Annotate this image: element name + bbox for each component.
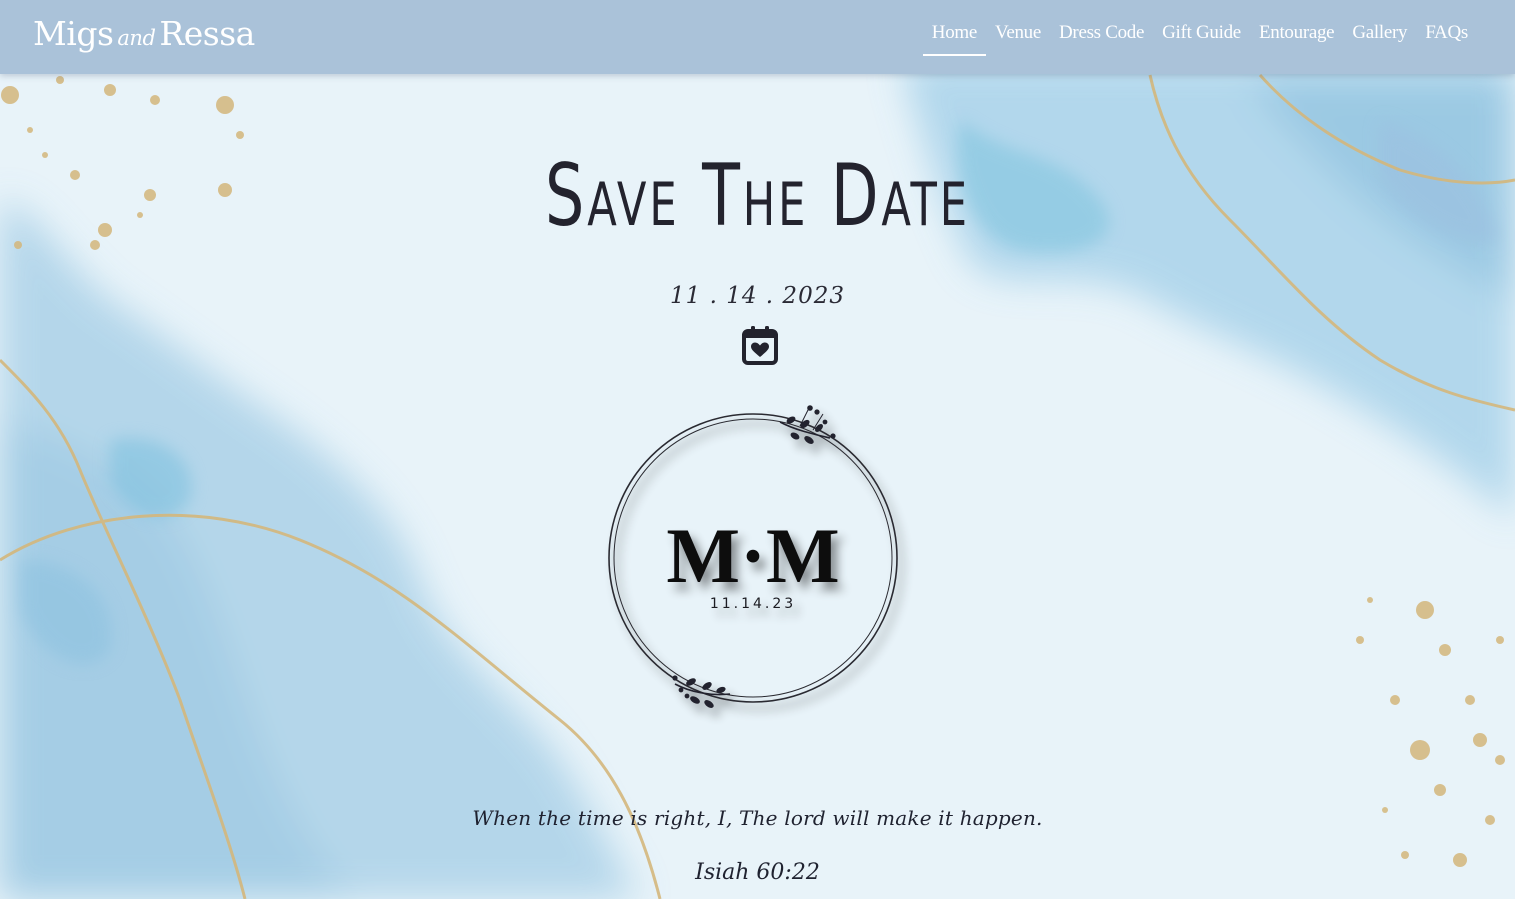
nav-item-venue[interactable]: Venue <box>986 22 1050 64</box>
hero-section: Save The Date 11 . 14 . 2023 M·M 11.14.2… <box>0 0 1515 899</box>
brand-logo[interactable]: Migs and Ressa <box>33 14 255 53</box>
nav-item-home[interactable]: Home <box>922 22 987 64</box>
nav-item-gallery[interactable]: Gallery <box>1343 22 1416 64</box>
nav-item-dress-code[interactable]: Dress Code <box>1050 22 1153 64</box>
wedding-date: 11 . 14 . 2023 <box>670 283 845 309</box>
brand-name-first: Migs <box>33 14 114 53</box>
monogram-emblem: M·M 11.14.23 <box>608 405 898 708</box>
calendar-heart-icon <box>742 326 778 365</box>
nav-item-faqs[interactable]: FAQs <box>1416 22 1477 64</box>
bible-quote: When the time is right, I, The lord will… <box>472 806 1043 830</box>
bible-verse: Isiah 60:22 <box>695 860 820 885</box>
monogram-date: 11.14.23 <box>710 596 796 612</box>
save-the-date-title: Save The Date <box>545 146 970 246</box>
nav-item-gift-guide[interactable]: Gift Guide <box>1153 22 1250 64</box>
top-navbar: Migs and Ressa Home Venue Dress Code Gift … <box>0 0 1515 74</box>
main-nav: Home Venue Dress Code Gift Guide Entoura… <box>922 22 1477 64</box>
nav-item-entourage[interactable]: Entourage <box>1250 22 1343 64</box>
monogram-letters: M·M <box>666 512 839 599</box>
brand-name-and: and <box>117 26 156 50</box>
brand-name-second: Ressa <box>159 14 255 53</box>
